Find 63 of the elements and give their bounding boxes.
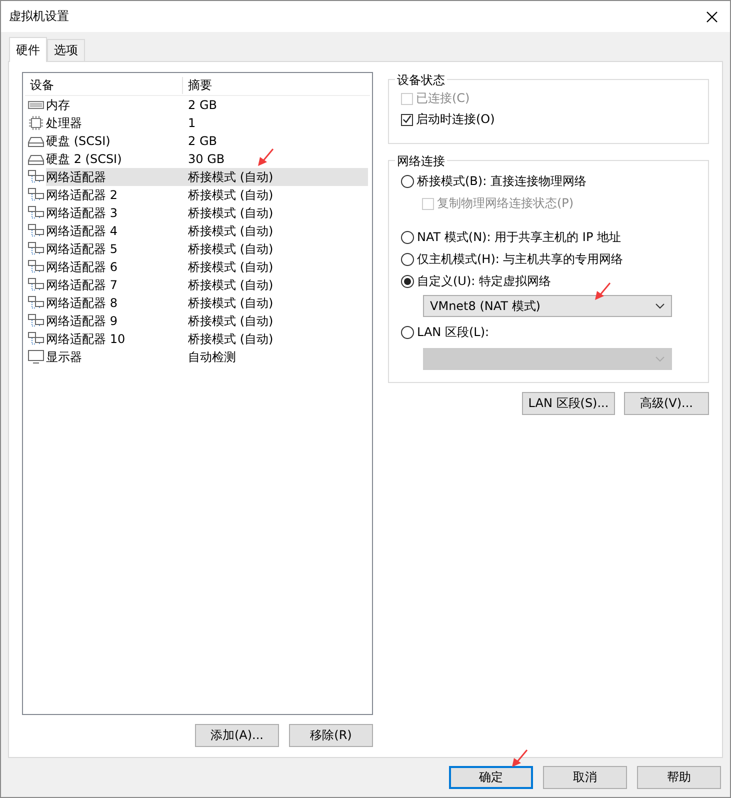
- network-icon: [28, 188, 44, 202]
- window-title: 虚拟机设置: [9, 8, 69, 25]
- arrow-icon: [258, 148, 274, 166]
- checkbox-label: 复制物理网络连接状态(P): [437, 195, 574, 212]
- dialog-button[interactable]: 取消: [543, 766, 627, 789]
- radio-label: 桥接模式(B): 直接连接物理网络: [417, 173, 586, 190]
- radio-button[interactable]: [401, 175, 414, 188]
- radio-button[interactable]: [401, 275, 414, 288]
- network-icon: [28, 224, 44, 238]
- chip-icon: [28, 116, 44, 130]
- radio-label: LAN 区段(L):: [417, 324, 490, 341]
- device-row[interactable]: 处理器 1: [46, 114, 368, 132]
- network-icon: [28, 314, 44, 328]
- close-icon[interactable]: [706, 10, 718, 22]
- device-row[interactable]: 硬盘 2 (SCSI) 30 GB: [46, 150, 368, 168]
- checkbox-label: 启动时连接(O): [416, 111, 495, 128]
- network-icon: [28, 260, 44, 274]
- arrow-icon: [512, 749, 528, 767]
- device-row[interactable]: 网络适配器 桥接模式 (自动): [46, 168, 368, 186]
- network-dropdown[interactable]: VMnet8 (NAT 模式): [423, 295, 672, 317]
- checkbox[interactable]: [401, 114, 413, 126]
- dialog-button[interactable]: 帮助: [637, 766, 721, 789]
- radio-button[interactable]: [401, 326, 414, 339]
- monitor-icon: [28, 350, 44, 364]
- device-row[interactable]: 网络适配器 10 桥接模式 (自动): [46, 330, 368, 348]
- device-row[interactable]: 内存 2 GB: [46, 96, 368, 114]
- network-icon: [28, 296, 44, 310]
- network-icon: [28, 206, 44, 220]
- network-icon: [28, 170, 44, 184]
- device-row[interactable]: 网络适配器 6 桥接模式 (自动): [46, 258, 368, 276]
- settings-button[interactable]: LAN 区段(S)...: [522, 392, 615, 415]
- column-header[interactable]: 设备: [25, 76, 183, 94]
- device-row[interactable]: 网络适配器 8 桥接模式 (自动): [46, 294, 368, 312]
- device-row[interactable]: 网络适配器 2 桥接模式 (自动): [46, 186, 368, 204]
- radio-button[interactable]: [401, 231, 414, 244]
- device-row[interactable]: 网络适配器 4 桥接模式 (自动): [46, 222, 368, 240]
- chevron-icon: [655, 303, 665, 309]
- column-header[interactable]: 摘要: [183, 76, 212, 94]
- tab[interactable]: 硬件: [9, 37, 47, 62]
- device-row[interactable]: 网络适配器 9 桥接模式 (自动): [46, 312, 368, 330]
- device-row[interactable]: 显示器 自动检测: [46, 348, 368, 366]
- settings-button[interactable]: 高级(V)...: [624, 392, 709, 415]
- list-button[interactable]: 移除(R): [289, 724, 373, 747]
- group-title: 网络连接: [395, 153, 447, 170]
- device-row[interactable]: 网络适配器 3 桥接模式 (自动): [46, 204, 368, 222]
- radio-button[interactable]: [401, 253, 414, 266]
- radio-label: 自定义(U): 特定虚拟网络: [417, 273, 552, 290]
- checkbox-label: 已连接(C): [416, 90, 470, 107]
- dialog-button[interactable]: 确定: [449, 766, 533, 789]
- memory-icon: [28, 98, 44, 112]
- group-title: 设备状态: [395, 72, 447, 89]
- device-row[interactable]: 硬盘 (SCSI) 2 GB: [46, 132, 368, 150]
- network-icon: [28, 242, 44, 256]
- network-icon: [28, 278, 44, 292]
- chevron-icon: [655, 356, 665, 362]
- device-row[interactable]: 网络适配器 7 桥接模式 (自动): [46, 276, 368, 294]
- tab[interactable]: 选项: [47, 39, 85, 61]
- radio-label: 仅主机模式(H): 与主机共享的专用网络: [417, 251, 624, 268]
- device-row[interactable]: 网络适配器 5 桥接模式 (自动): [46, 240, 368, 258]
- arrow-icon: [595, 282, 611, 300]
- network-icon: [28, 332, 44, 346]
- radio-label: NAT 模式(N): 用于共享主机的 IP 地址: [417, 229, 621, 246]
- list-button[interactable]: 添加(A)...: [195, 724, 279, 747]
